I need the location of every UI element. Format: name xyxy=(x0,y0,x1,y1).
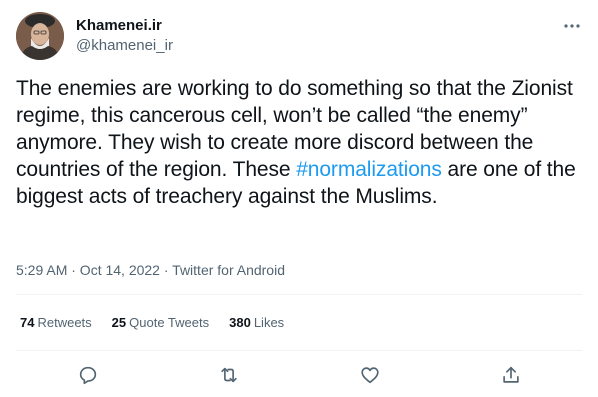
avatar[interactable] xyxy=(16,12,64,60)
tweet-text: The enemies are working to do something … xyxy=(16,75,582,210)
quote-tweets-label: Quote Tweets xyxy=(129,315,210,330)
divider xyxy=(16,294,582,295)
like-icon[interactable] xyxy=(357,362,383,388)
quote-tweets-stat[interactable]: 25 Quote Tweets xyxy=(112,313,209,333)
tweet-card: Khamenei.ir @khamenei_ir The enemies are… xyxy=(0,0,598,397)
tweet-header: Khamenei.ir @khamenei_ir xyxy=(16,12,582,62)
divider xyxy=(16,350,582,351)
likes-stat[interactable]: 380 Likes xyxy=(229,313,284,333)
retweets-count: 74 xyxy=(20,315,35,330)
retweet-icon[interactable] xyxy=(216,362,242,388)
author-names: Khamenei.ir @khamenei_ir xyxy=(76,16,173,56)
author-handle[interactable]: @khamenei_ir xyxy=(76,36,173,56)
tweet-meta[interactable]: 5:29 AM · Oct 14, 2022 · Twitter for And… xyxy=(16,260,285,280)
quote-tweets-count: 25 xyxy=(111,315,127,330)
avatar-image xyxy=(16,12,64,60)
retweets-label: Retweets xyxy=(37,315,92,330)
reply-icon[interactable] xyxy=(75,362,101,388)
retweets-stat[interactable]: 74 Retweets xyxy=(20,313,92,333)
likes-label: Likes xyxy=(253,315,285,330)
more-icon[interactable] xyxy=(562,16,582,36)
likes-count: 380 xyxy=(229,315,251,330)
author-display-name[interactable]: Khamenei.ir xyxy=(76,16,173,36)
tweet-actions xyxy=(0,360,598,390)
tweet-stats: 74 Retweets 25 Quote Tweets 380 Likes xyxy=(20,313,284,333)
share-icon[interactable] xyxy=(498,362,524,388)
hashtag-link[interactable]: #normalizations xyxy=(296,158,442,181)
